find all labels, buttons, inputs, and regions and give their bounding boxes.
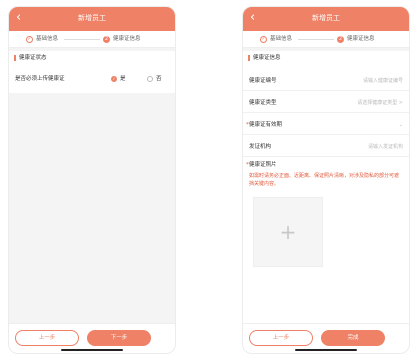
step-label: 健康证信息 — [113, 36, 141, 42]
check-circle-icon: ✓ — [260, 36, 267, 43]
home-indicator — [61, 349, 123, 351]
step-basic-info: ✓ 基础信息 — [26, 36, 58, 43]
issuer-label: 发证机构 — [249, 144, 272, 150]
footer-bar: 上一步 完成 — [243, 323, 409, 353]
step-connector — [64, 39, 100, 40]
radio-yes-label: 是 — [120, 76, 126, 82]
cert-type-label: 健康证类型 — [249, 100, 277, 106]
section-title: 健康证状态 — [19, 55, 47, 61]
radio-checked-icon: ✓ — [111, 76, 117, 82]
cert-validity-label: 健康证有效期 — [246, 121, 282, 129]
cert-number-input[interactable]: 请输入健康证编号 — [363, 77, 403, 85]
prev-step-button[interactable]: 上一步 — [249, 330, 313, 346]
step-number-icon: 2 — [103, 36, 110, 43]
home-indicator — [295, 349, 357, 351]
page-title: 新增员工 — [78, 14, 106, 22]
issuer-row[interactable]: 发证机构 请输入发证机构 — [243, 137, 409, 157]
cert-number-label: 健康证编号 — [249, 78, 277, 84]
photo-upload-box[interactable]: + — [253, 197, 323, 267]
step-connector — [298, 39, 334, 40]
prev-step-button[interactable]: 上一步 — [15, 330, 79, 346]
radio-yes[interactable]: ✓ 是 — [111, 75, 126, 83]
step-indicator: ✓ 基础信息 2 健康证信息 — [243, 31, 409, 48]
section-accent-bar — [14, 55, 16, 61]
must-upload-row: 是否必须上传健康证 ✓ 是 否 — [9, 69, 175, 89]
section-title: 健康证信息 — [253, 55, 281, 61]
step-indicator: ✓ 基础信息 2 健康证信息 — [9, 31, 175, 48]
photo-row: 健康证照片 — [243, 155, 409, 175]
chevron-down-icon[interactable]: ⌄ — [399, 121, 403, 129]
header: ‹ 新增员工 — [243, 7, 409, 31]
done-button[interactable]: 完成 — [321, 330, 385, 346]
footer-bar: 上一步 下一步 — [9, 323, 175, 353]
cert-type-row[interactable]: 健康证类型 请选择健康证类型 > — [243, 93, 409, 113]
must-upload-label: 是否必须上传健康证 — [15, 76, 65, 82]
section-header: 健康证信息 — [243, 51, 409, 65]
step-number-icon: 2 — [337, 36, 344, 43]
step-health-cert: 2 健康证信息 — [103, 36, 141, 43]
radio-no-label: 否 — [156, 76, 162, 82]
section-header: 健康证状态 — [9, 51, 175, 65]
phone-screen-info: ‹ 新增员工 ✓ 基础信息 2 健康证信息 健康证信息 健康证编号 请输入健康证… — [242, 6, 410, 354]
step-health-cert: 2 健康证信息 — [337, 36, 375, 43]
issuer-input[interactable]: 请输入发证机构 — [368, 143, 403, 151]
phone-screen-status: ‹ 新增员工 ✓ 基础信息 2 健康证信息 健康证状态 是否必须上传健康证 ✓ — [8, 6, 176, 354]
cert-number-row[interactable]: 健康证编号 请输入健康证编号 — [243, 71, 409, 91]
step-label: 健康证信息 — [347, 36, 375, 42]
plus-icon: + — [279, 220, 297, 244]
header: ‹ 新增员工 — [9, 7, 175, 31]
section-accent-bar — [248, 55, 250, 61]
form-area: 健康证编号 请输入健康证编号 健康证类型 请选择健康证类型 > 健康证有效期 ⌄… — [243, 65, 409, 325]
page-title: 新增员工 — [312, 14, 340, 22]
photo-label: 健康证照片 — [246, 161, 276, 169]
step-label: 基础信息 — [36, 36, 59, 42]
step-label: 基础信息 — [270, 36, 293, 42]
radio-no[interactable]: 否 — [147, 75, 162, 83]
radio-unchecked-icon — [147, 76, 153, 82]
cert-type-select[interactable]: 请选择健康证类型 > — [357, 99, 403, 107]
next-step-button[interactable]: 下一步 — [87, 330, 151, 346]
step-basic-info: ✓ 基础信息 — [260, 36, 292, 43]
cert-validity-row[interactable]: 健康证有效期 ⌄ — [243, 115, 409, 135]
photo-warning-text: 如需时请务必正面、近距离、保证照片清晰，对涉及隐私的部分可遮挡关键内容。 — [249, 173, 400, 187]
canvas: ‹ 新增员工 ✓ 基础信息 2 健康证信息 健康证状态 是否必须上传健康证 ✓ — [0, 0, 419, 360]
check-circle-icon: ✓ — [26, 36, 33, 43]
form-area: 是否必须上传健康证 ✓ 是 否 — [9, 65, 175, 93]
